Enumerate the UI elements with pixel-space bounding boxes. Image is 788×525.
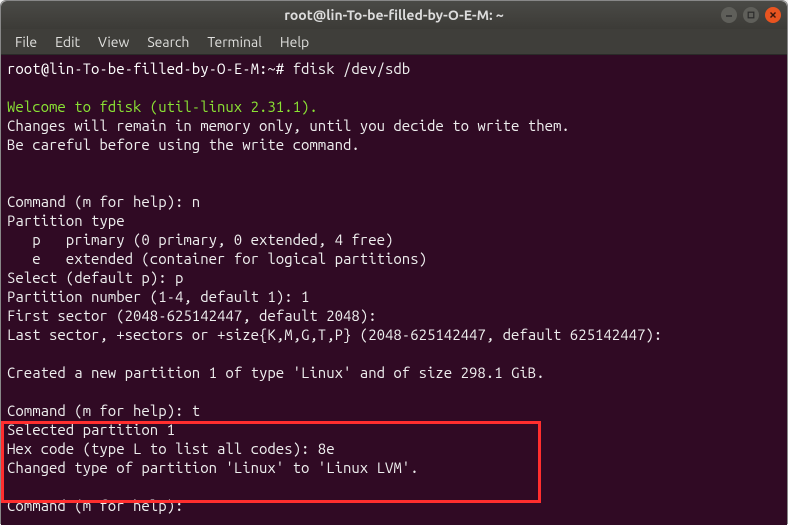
- shell-prompt: root@lin-To-be-filled-by-O-E-M:~#: [7, 60, 284, 77]
- terminal-line: Command (m for help): n: [7, 193, 200, 210]
- terminal-line: e extended (container for logical partit…: [7, 250, 427, 267]
- menu-view[interactable]: View: [90, 32, 137, 52]
- fdisk-welcome: Welcome to fdisk (util-linux 2.31.1).: [7, 98, 318, 115]
- close-icon: [769, 11, 777, 19]
- terminal-line: Partition number (1-4, default 1): 1: [7, 288, 309, 305]
- window-title: root@lin-To-be-filled-by-O-E-M: ~: [284, 7, 504, 23]
- menu-help[interactable]: Help: [272, 32, 317, 52]
- terminal-line: Command (m for help): t: [7, 402, 200, 419]
- window-controls: [721, 7, 781, 23]
- terminal-line: Changes will remain in memory only, unti…: [7, 117, 570, 134]
- menu-edit[interactable]: Edit: [47, 32, 88, 52]
- terminal-line: Partition type: [7, 212, 125, 229]
- menu-search[interactable]: Search: [139, 32, 197, 52]
- maximize-button[interactable]: [743, 7, 759, 23]
- terminal-line: Selected partition 1: [7, 421, 175, 438]
- minimize-icon: [725, 11, 733, 19]
- minimize-button[interactable]: [721, 7, 737, 23]
- maximize-icon: [747, 11, 755, 19]
- menu-bar: File Edit View Search Terminal Help: [1, 29, 787, 55]
- terminal-output[interactable]: root@lin-To-be-filled-by-O-E-M:~# fdisk …: [1, 55, 787, 525]
- menu-terminal[interactable]: Terminal: [199, 32, 270, 52]
- close-button[interactable]: [765, 7, 781, 23]
- window-titlebar: root@lin-To-be-filled-by-O-E-M: ~: [1, 1, 787, 29]
- terminal-line: First sector (2048-625142447, default 20…: [7, 307, 377, 324]
- menu-file[interactable]: File: [7, 32, 45, 52]
- terminal-line: Changed type of partition 'Linux' to 'Li…: [7, 459, 419, 476]
- terminal-line: Command (m for help):: [7, 497, 183, 514]
- terminal-line: p primary (0 primary, 0 extended, 4 free…: [7, 231, 393, 248]
- terminal-line: Hex code (type L to list all codes): 8e: [7, 440, 335, 457]
- terminal-line: Last sector, +sectors or +size{K,M,G,T,P…: [7, 326, 662, 343]
- terminal-line: Be careful before using the write comman…: [7, 136, 360, 153]
- terminal-line: Select (default p): p: [7, 269, 183, 286]
- terminal-line: Created a new partition 1 of type 'Linux…: [7, 364, 545, 381]
- shell-command: fdisk /dev/sdb: [293, 60, 411, 77]
